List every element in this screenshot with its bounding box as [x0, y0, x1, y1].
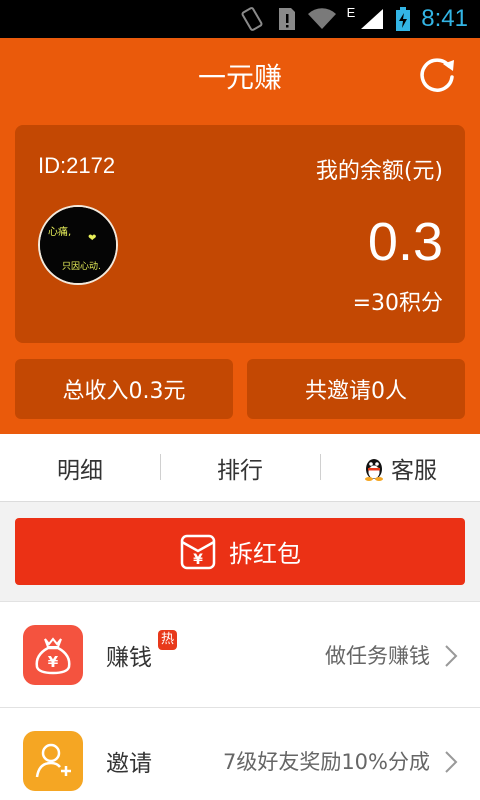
- balance-card: ID:2172 我的余额(元) 心痛, ❤ 只因心动. 0.3 =30积分: [15, 125, 465, 343]
- money-bag-icon: ¥: [23, 625, 83, 685]
- tab-customer-service[interactable]: 客服: [320, 434, 480, 501]
- status-icons: E 8:41: [239, 0, 468, 38]
- red-packet-icon: ¥: [180, 534, 216, 569]
- earn-description: 做任务赚钱: [325, 644, 430, 668]
- chevron-right-icon: [445, 751, 458, 773]
- clock: 8:41: [421, 5, 468, 32]
- tab-ranking[interactable]: 排行: [160, 434, 320, 501]
- avatar-image: 心痛, ❤ 只因心动.: [40, 207, 116, 283]
- svg-text:¥: ¥: [193, 552, 203, 568]
- wifi-icon: [307, 8, 336, 30]
- invite-label: 邀请: [106, 751, 152, 777]
- qq-penguin-icon: [365, 458, 383, 481]
- sd-card-alert-icon: [278, 8, 295, 30]
- invite-description: 7级好友奖励10%分成: [222, 750, 430, 774]
- earn-label: 赚钱: [106, 645, 152, 671]
- battery-charging-icon: [396, 7, 411, 31]
- total-income-button[interactable]: 总收入0.3元: [15, 359, 233, 419]
- avatar-text-1: 心痛,: [48, 225, 71, 238]
- tab-details[interactable]: 明细: [0, 434, 160, 501]
- tab-details-label: 明细: [57, 457, 103, 484]
- balance-amount: 0.3: [367, 212, 443, 272]
- network-type: E: [346, 4, 356, 20]
- tab-bar: 明细 排行 客服: [0, 434, 480, 502]
- open-red-packet-button[interactable]: ¥ 拆红包: [15, 518, 465, 585]
- vibrate-icon: [241, 7, 263, 31]
- chevron-right-icon: [445, 645, 458, 667]
- page-title: 一元赚: [197, 61, 282, 94]
- tab-customer-service-label: 客服: [391, 457, 437, 484]
- status-bar: E 8:41: [0, 0, 480, 38]
- open-red-packet-label: 拆红包: [229, 540, 301, 568]
- svg-text:¥: ¥: [48, 653, 59, 671]
- add-user-icon: [23, 731, 83, 791]
- points-value: =30积分: [352, 291, 443, 316]
- total-invites-label: 共邀请0人: [305, 379, 407, 404]
- user-id: ID:2172: [38, 153, 116, 178]
- balance-label: 我的余额(元): [315, 159, 443, 184]
- total-income-label: 总收入0.3元: [62, 379, 186, 404]
- list-item-earn[interactable]: ¥ 赚钱 热 做任务赚钱: [0, 601, 480, 707]
- hot-badge: 热: [158, 630, 178, 650]
- avatar-text-2: 只因心动.: [62, 261, 101, 272]
- signal-icon: [361, 9, 384, 29]
- svg-text:❤: ❤: [88, 233, 96, 244]
- total-invites-button[interactable]: 共邀请0人: [247, 359, 465, 419]
- refresh-icon[interactable]: [416, 54, 458, 96]
- account-header: 一元赚 ID:2172 我的余额(元) 心痛, ❤ 只因心动. 0.3 =30积…: [0, 38, 480, 434]
- list-item-invite[interactable]: 邀请 7级好友奖励10%分成: [0, 707, 480, 800]
- tab-ranking-label: 排行: [217, 457, 263, 484]
- avatar[interactable]: 心痛, ❤ 只因心动.: [38, 205, 118, 285]
